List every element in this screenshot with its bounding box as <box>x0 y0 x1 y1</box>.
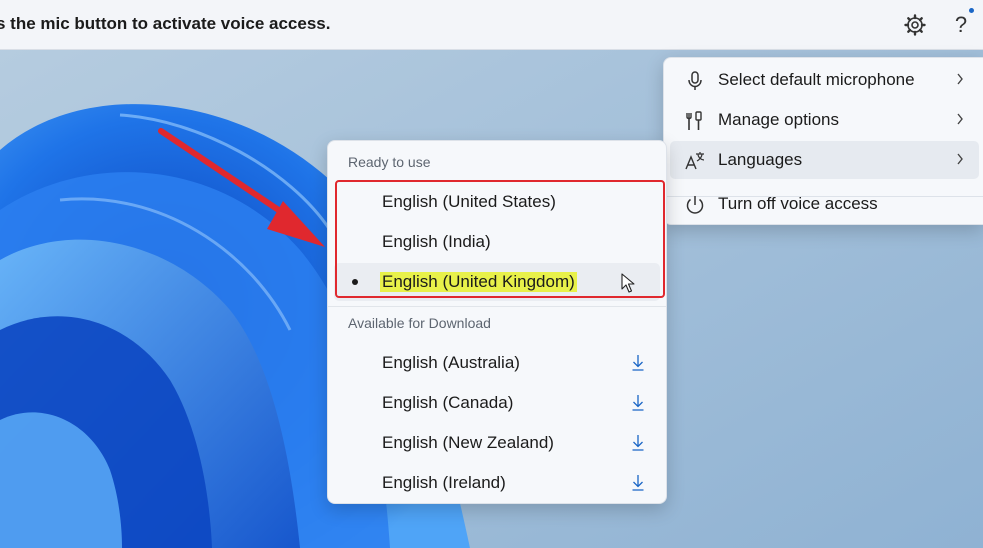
chevron-right-icon <box>955 71 965 87</box>
annotation-arrow-icon <box>155 125 335 255</box>
download-icon[interactable] <box>631 434 645 452</box>
chevron-right-icon <box>955 111 965 127</box>
menu-item-turn-off-voice-access[interactable]: Turn off voice access <box>670 185 979 223</box>
download-icon[interactable] <box>631 394 645 412</box>
gear-icon[interactable] <box>904 14 926 36</box>
section-title-download: Available for Download <box>348 315 491 331</box>
menu-item-label: Manage options <box>718 110 839 129</box>
language-label: English (Ireland) <box>382 473 506 492</box>
section-divider <box>328 306 666 307</box>
language-label: English (New Zealand) <box>382 433 554 452</box>
language-item-english-australia[interactable]: English (Australia) <box>334 344 660 382</box>
menu-item-label: Languages <box>718 150 803 169</box>
menu-item-label: Select default microphone <box>718 70 915 89</box>
language-item-english-canada[interactable]: English (Canada) <box>334 384 660 422</box>
section-title-ready: Ready to use <box>348 154 431 170</box>
tools-icon <box>684 110 706 132</box>
menu-item-select-microphone[interactable]: Select default microphone <box>670 61 979 99</box>
language-icon <box>684 150 706 172</box>
menu-item-label: Turn off voice access <box>718 194 878 213</box>
language-label: English (Canada) <box>382 393 514 412</box>
language-item-english-new-zealand[interactable]: English (New Zealand) <box>334 424 660 462</box>
voice-access-bar: s the mic button to activate voice acces… <box>0 0 983 50</box>
download-icon[interactable] <box>631 354 645 372</box>
annotation-highlight-box <box>335 180 665 298</box>
help-button[interactable]: ? <box>951 11 971 39</box>
notification-dot <box>969 8 974 13</box>
microphone-icon <box>684 70 706 92</box>
voice-access-menu: Select default microphone Manage options… <box>663 57 983 225</box>
download-icon[interactable] <box>631 474 645 492</box>
menu-item-languages[interactable]: Languages <box>670 141 979 179</box>
power-icon <box>684 194 706 216</box>
voice-access-hint: s the mic button to activate voice acces… <box>0 14 331 33</box>
chevron-right-icon <box>955 151 965 167</box>
language-item-english-ireland[interactable]: English (Ireland) <box>334 464 660 502</box>
menu-item-manage-options[interactable]: Manage options <box>670 101 979 139</box>
language-label: English (Australia) <box>382 353 520 372</box>
